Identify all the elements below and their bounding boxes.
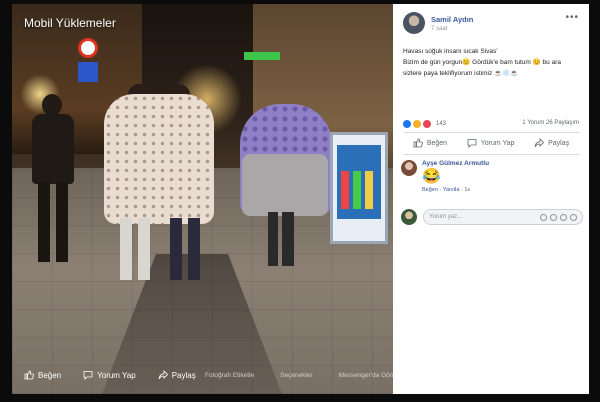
- thumbs-up-icon: [24, 370, 34, 380]
- kiosk-bars: [341, 171, 377, 209]
- camera-icon[interactable]: [550, 213, 557, 221]
- commenter-avatar[interactable]: [401, 160, 417, 176]
- reactions-summary[interactable]: 143: [403, 120, 446, 128]
- pedestrian-body: [32, 114, 74, 184]
- like-label: Beğen: [426, 139, 448, 147]
- post-text-line: Bizim de gün yorgun😊 Gördük'e bam tutum …: [403, 59, 561, 66]
- love-reaction-icon: [423, 120, 431, 128]
- comment-label: Yorum Yap: [480, 139, 515, 147]
- photo-viewer: Mobil Yüklemeler Beğen Yorum Yap Paylaş …: [0, 0, 600, 402]
- pedestrian: [30, 94, 76, 264]
- photo-share-button[interactable]: Paylaş: [158, 370, 196, 380]
- photo-comment-label: Yorum Yap: [97, 370, 136, 380]
- share-icon: [534, 138, 545, 148]
- share-button[interactable]: Paylaş: [534, 138, 569, 148]
- post-header: Samil Aydın 7 saat: [403, 12, 473, 34]
- sticker-icon[interactable]: [570, 213, 577, 221]
- comment-body: Ayşe Gülmez Armutlu 😂 Beğen · Yanıtla · …: [422, 160, 489, 193]
- album-title[interactable]: Mobil Yüklemeler: [24, 16, 116, 30]
- like-button[interactable]: Beğen: [413, 138, 447, 148]
- pedestrian-head: [42, 94, 62, 116]
- advertising-kiosk: [330, 132, 388, 244]
- photo-like-button[interactable]: Beğen: [24, 370, 61, 380]
- comment-button[interactable]: Yorum Yap: [467, 138, 515, 148]
- options-link[interactable]: Seçenekler: [280, 372, 313, 379]
- like-reaction-icon: [403, 120, 411, 128]
- crosswalk-sign: [78, 62, 98, 82]
- post-side-panel: Samil Aydın 7 saat ••• Havası soğuk insa…: [393, 4, 589, 394]
- comment-emoji: 😂: [422, 168, 441, 185]
- pedestrian-legs: [38, 182, 68, 262]
- comment-input-placeholder: Yorum yaz...: [429, 214, 463, 220]
- thumbs-up-icon: [413, 138, 423, 148]
- photo-like-label: Beğen: [38, 370, 62, 380]
- traffic-sign: [78, 38, 98, 58]
- post-time[interactable]: 7 saat: [431, 26, 473, 32]
- share-icon: [158, 370, 168, 380]
- share-label: Paylaş: [548, 139, 570, 147]
- comment-item: Ayşe Gülmez Armutlu 😂 Beğen · Yanıtla · …: [401, 160, 489, 193]
- grey-blanket: [242, 154, 328, 216]
- comment-meta: Beğen · Yanıtla · 1s: [422, 187, 471, 193]
- composer-icons: [540, 213, 577, 221]
- comment-like-link[interactable]: Beğen: [422, 187, 438, 193]
- comment-time[interactable]: 1s: [464, 187, 470, 193]
- commenter-name[interactable]: Ayşe Gülmez Armutlu: [422, 160, 489, 167]
- photo-share-label: Paylaş: [171, 370, 196, 380]
- tag-photo-link[interactable]: Fotoğrafı Etiketle: [205, 372, 254, 379]
- blanket-people-legs: [120, 218, 200, 280]
- gif-icon[interactable]: [560, 213, 567, 221]
- comment-icon: [83, 371, 93, 380]
- photo-comment-button[interactable]: Yorum Yap: [83, 370, 136, 380]
- haha-reaction-icon: [413, 120, 421, 128]
- comment-share-stats[interactable]: 1 Yorum 26 Paylaşım: [522, 120, 579, 126]
- current-user-avatar: [401, 209, 417, 225]
- author-avatar[interactable]: [403, 12, 425, 34]
- divider: [403, 132, 579, 133]
- post-action-bar: Beğen Yorum Yap Paylaş: [403, 138, 579, 148]
- shop-sign: [244, 52, 280, 60]
- author-name[interactable]: Samil Aydın: [431, 15, 473, 24]
- ellipsis-icon[interactable]: •••: [565, 12, 579, 23]
- comment-input[interactable]: Yorum yaz...: [423, 209, 583, 225]
- author-name-block: Samil Aydın 7 saat: [431, 15, 473, 32]
- emoji-icon[interactable]: [540, 213, 547, 221]
- post-photo[interactable]: [12, 4, 393, 394]
- comment-reply-link[interactable]: Yanıtla: [443, 187, 460, 193]
- photo-links: Fotoğrafı Etiketle Seçenekler Messenger'…: [205, 372, 403, 379]
- divider: [403, 154, 579, 155]
- post-text-line: Havası soğuk insanı sıcak Sivas': [403, 48, 498, 55]
- floral-blanket: [104, 94, 214, 224]
- blanket-person-legs: [268, 212, 294, 266]
- comment-composer: Yorum yaz...: [401, 209, 583, 225]
- comment-icon: [467, 139, 477, 148]
- post-text-line: sizlere paya teklifiyorum istimiz ☕️❄️☕️: [403, 70, 519, 77]
- photo-action-bar: Beğen Yorum Yap Paylaş: [24, 370, 196, 380]
- post-text: Havası soğuk insanı sıcak Sivas' Bizim d…: [403, 46, 581, 79]
- reaction-count: 143: [436, 121, 447, 127]
